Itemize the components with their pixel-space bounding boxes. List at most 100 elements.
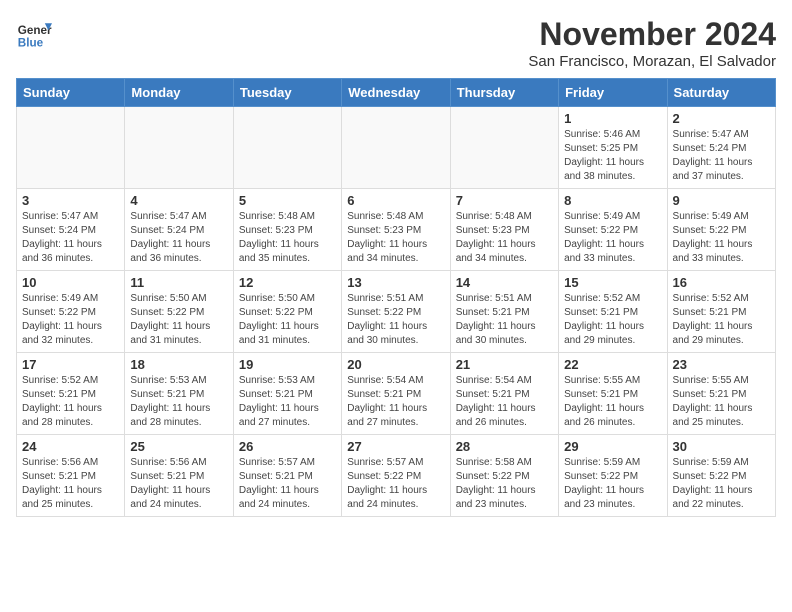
day-info: Sunrise: 5:56 AM Sunset: 5:21 PM Dayligh… [22, 456, 119, 512]
day-cell: 2 Sunrise: 5:47 AM Sunset: 5:24 PM Daylig… [667, 107, 775, 189]
day-cell: 9 Sunrise: 5:49 AM Sunset: 5:22 PM Daylig… [667, 189, 775, 271]
day-info: Sunrise: 5:51 AM Sunset: 5:21 PM Dayligh… [456, 292, 553, 348]
day-info: Sunrise: 5:52 AM Sunset: 5:21 PM Dayligh… [673, 292, 770, 348]
day-info: Sunrise: 5:49 AM Sunset: 5:22 PM Dayligh… [673, 210, 770, 266]
day-number: 15 [564, 275, 661, 290]
day-cell [342, 107, 450, 189]
day-number: 19 [239, 357, 336, 372]
day-number: 18 [130, 357, 227, 372]
day-info: Sunrise: 5:47 AM Sunset: 5:24 PM Dayligh… [673, 128, 770, 184]
day-cell: 29 Sunrise: 5:59 AM Sunset: 5:22 PM Dayli… [559, 435, 667, 517]
day-cell: 12Sunrise: 5:50 AM Sunset: 5:22 PM Dayli… [233, 271, 341, 353]
day-cell [450, 107, 558, 189]
day-cell: 17 Sunrise: 5:52 AM Sunset: 5:21 PM Dayli… [17, 353, 125, 435]
day-cell: 3 Sunrise: 5:47 AM Sunset: 5:24 PM Daylig… [17, 189, 125, 271]
day-cell: 5Sunrise: 5:48 AM Sunset: 5:23 PM Daylig… [233, 189, 341, 271]
day-cell: 22Sunrise: 5:55 AM Sunset: 5:21 PM Dayli… [559, 353, 667, 435]
days-header-row: SundayMondayTuesdayWednesdayThursdayFrid… [17, 79, 776, 107]
day-header-wednesday: Wednesday [342, 79, 450, 107]
day-number: 24 [22, 439, 119, 454]
day-cell: 11 Sunrise: 5:50 AM Sunset: 5:22 PM Dayli… [125, 271, 233, 353]
day-cell: 4 Sunrise: 5:47 AM Sunset: 5:24 PM Daylig… [125, 189, 233, 271]
day-cell [125, 107, 233, 189]
day-cell: 23 Sunrise: 5:55 AM Sunset: 5:21 PM Dayli… [667, 353, 775, 435]
day-cell: 16 Sunrise: 5:52 AM Sunset: 5:21 PM Dayli… [667, 271, 775, 353]
day-info: Sunrise: 5:54 AM Sunset: 5:21 PM Dayligh… [347, 374, 444, 430]
day-number: 30 [673, 439, 770, 454]
day-number: 14 [456, 275, 553, 290]
day-info: Sunrise: 5:56 AM Sunset: 5:21 PM Dayligh… [130, 456, 227, 512]
day-info: Sunrise: 5:59 AM Sunset: 5:22 PM Dayligh… [564, 456, 661, 512]
location-subtitle: San Francisco, Morazan, El Salvador [528, 53, 776, 70]
logo: General Blue [16, 16, 52, 52]
day-cell: 19 Sunrise: 5:53 AM Sunset: 5:21 PM Dayli… [233, 353, 341, 435]
day-info: Sunrise: 5:55 AM Sunset: 5:21 PM Dayligh… [673, 374, 770, 430]
day-info: Sunrise: 5:47 AM Sunset: 5:24 PM Dayligh… [130, 210, 227, 266]
day-number: 28 [456, 439, 553, 454]
day-cell [233, 107, 341, 189]
day-number: 26 [239, 439, 336, 454]
day-cell: 7 Sunrise: 5:48 AM Sunset: 5:23 PM Daylig… [450, 189, 558, 271]
day-header-thursday: Thursday [450, 79, 558, 107]
day-number: 13 [347, 275, 444, 290]
day-header-sunday: Sunday [17, 79, 125, 107]
day-number: 29 [564, 439, 661, 454]
day-number: 2 [673, 111, 770, 126]
day-info: Sunrise: 5:55 AM Sunset: 5:21 PM Dayligh… [564, 374, 661, 430]
week-row-4: 17 Sunrise: 5:52 AM Sunset: 5:21 PM Dayli… [17, 353, 776, 435]
day-number: 4 [130, 193, 227, 208]
day-info: Sunrise: 5:49 AM Sunset: 5:22 PM Dayligh… [22, 292, 119, 348]
day-number: 16 [673, 275, 770, 290]
day-number: 23 [673, 357, 770, 372]
day-info: Sunrise: 5:58 AM Sunset: 5:22 PM Dayligh… [456, 456, 553, 512]
day-info: Sunrise: 5:48 AM Sunset: 5:23 PM Dayligh… [347, 210, 444, 266]
day-cell: 10 Sunrise: 5:49 AM Sunset: 5:22 PM Dayli… [17, 271, 125, 353]
day-info: Sunrise: 5:57 AM Sunset: 5:22 PM Dayligh… [347, 456, 444, 512]
day-cell: 30 Sunrise: 5:59 AM Sunset: 5:22 PM Dayli… [667, 435, 775, 517]
day-header-tuesday: Tuesday [233, 79, 341, 107]
day-cell: 25 Sunrise: 5:56 AM Sunset: 5:21 PM Dayli… [125, 435, 233, 517]
logo-icon: General Blue [16, 16, 52, 52]
day-number: 17 [22, 357, 119, 372]
day-number: 11 [130, 275, 227, 290]
week-row-1: 1 Sunrise: 5:46 AM Sunset: 5:25 PM Daylig… [17, 107, 776, 189]
day-number: 7 [456, 193, 553, 208]
svg-text:Blue: Blue [18, 37, 44, 50]
day-info: Sunrise: 5:53 AM Sunset: 5:21 PM Dayligh… [239, 374, 336, 430]
day-cell: 1 Sunrise: 5:46 AM Sunset: 5:25 PM Daylig… [559, 107, 667, 189]
header: General Blue November 2024 San Francisco… [16, 16, 776, 70]
day-info: Sunrise: 5:51 AM Sunset: 5:22 PM Dayligh… [347, 292, 444, 348]
day-cell: 21Sunrise: 5:54 AM Sunset: 5:21 PM Dayli… [450, 353, 558, 435]
day-number: 6 [347, 193, 444, 208]
day-header-friday: Friday [559, 79, 667, 107]
week-row-2: 3 Sunrise: 5:47 AM Sunset: 5:24 PM Daylig… [17, 189, 776, 271]
day-number: 1 [564, 111, 661, 126]
day-number: 10 [22, 275, 119, 290]
day-info: Sunrise: 5:47 AM Sunset: 5:24 PM Dayligh… [22, 210, 119, 266]
day-info: Sunrise: 5:53 AM Sunset: 5:21 PM Dayligh… [130, 374, 227, 430]
day-number: 25 [130, 439, 227, 454]
day-number: 9 [673, 193, 770, 208]
day-number: 3 [22, 193, 119, 208]
day-info: Sunrise: 5:49 AM Sunset: 5:22 PM Dayligh… [564, 210, 661, 266]
day-info: Sunrise: 5:52 AM Sunset: 5:21 PM Dayligh… [22, 374, 119, 430]
day-cell: 13 Sunrise: 5:51 AM Sunset: 5:22 PM Dayli… [342, 271, 450, 353]
day-cell: 27Sunrise: 5:57 AM Sunset: 5:22 PM Dayli… [342, 435, 450, 517]
day-cell: 18 Sunrise: 5:53 AM Sunset: 5:21 PM Dayli… [125, 353, 233, 435]
calendar-table: SundayMondayTuesdayWednesdayThursdayFrid… [16, 78, 776, 517]
day-info: Sunrise: 5:48 AM Sunset: 5:23 PM Dayligh… [456, 210, 553, 266]
day-info: Sunrise: 5:46 AM Sunset: 5:25 PM Dayligh… [564, 128, 661, 184]
day-number: 20 [347, 357, 444, 372]
day-info: Sunrise: 5:48 AM Sunset: 5:23 PM Dayligh… [239, 210, 336, 266]
day-number: 21 [456, 357, 553, 372]
day-cell: 14 Sunrise: 5:51 AM Sunset: 5:21 PM Dayli… [450, 271, 558, 353]
day-cell: 6 Sunrise: 5:48 AM Sunset: 5:23 PM Daylig… [342, 189, 450, 271]
day-number: 12 [239, 275, 336, 290]
title-area: November 2024 San Francisco, Morazan, El… [528, 16, 776, 70]
day-cell: 28 Sunrise: 5:58 AM Sunset: 5:22 PM Dayli… [450, 435, 558, 517]
day-info: Sunrise: 5:50 AM Sunset: 5:22 PM Dayligh… [130, 292, 227, 348]
day-number: 8 [564, 193, 661, 208]
day-info: Sunrise: 5:59 AM Sunset: 5:22 PM Dayligh… [673, 456, 770, 512]
day-cell: 26Sunrise: 5:57 AM Sunset: 5:21 PM Dayli… [233, 435, 341, 517]
day-cell: 15Sunrise: 5:52 AM Sunset: 5:21 PM Dayli… [559, 271, 667, 353]
